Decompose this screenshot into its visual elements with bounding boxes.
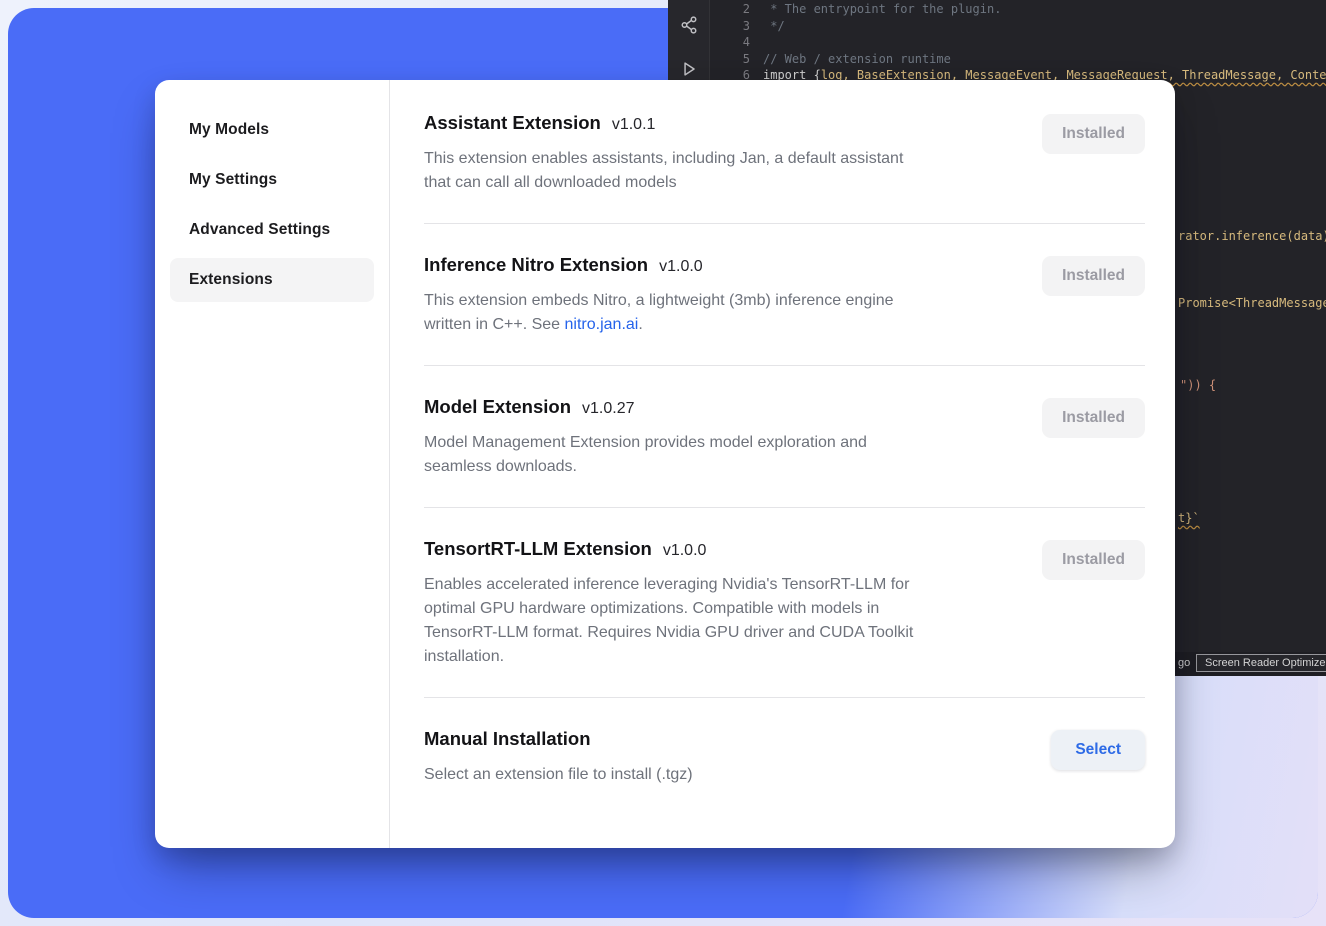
installed-button[interactable]: Installed (1042, 398, 1145, 438)
status-bar-text: go (1178, 657, 1190, 669)
extension-row-nitro: Inference Nitro Extension v1.0.0 This ex… (424, 224, 1145, 366)
code-fragment: rator.inference(data)); (1178, 229, 1326, 243)
extension-version: v1.0.0 (663, 542, 707, 560)
run-icon (680, 60, 698, 78)
select-button[interactable]: Select (1051, 730, 1145, 770)
extension-title-line: TensortRT-LLM Extension v1.0.0 (424, 538, 1026, 560)
extensions-panel: Assistant Extension v1.0.1 This extensio… (390, 80, 1175, 848)
sidebar-item-my-models[interactable]: My Models (170, 108, 374, 152)
code-line: 5 // Web / extension runtime (716, 51, 1326, 68)
extension-name: Assistant Extension (424, 112, 601, 134)
extension-version: v1.0.1 (612, 116, 656, 134)
extension-version: v1.0.0 (659, 258, 703, 276)
installed-button[interactable]: Installed (1042, 256, 1145, 296)
installed-button[interactable]: Installed (1042, 540, 1145, 580)
extension-title-line: Manual Installation (424, 728, 1035, 750)
code-text: * The entrypoint for the plugin. (763, 1, 1001, 18)
settings-modal: My Models My Settings Advanced Settings … (155, 80, 1175, 848)
extension-description: Model Management Extension provides mode… (424, 431, 1026, 479)
line-number: 4 (716, 34, 750, 51)
extension-name: Model Extension (424, 396, 571, 418)
code-line: 3 */ (716, 18, 1326, 35)
extension-description: Select an extension file to install (.tg… (424, 763, 1035, 787)
code-line: 2 * The entrypoint for the plugin. (716, 1, 1326, 18)
code-line: 4 (716, 34, 1326, 51)
extension-info: Model Extension v1.0.27 Model Management… (424, 396, 1026, 479)
extension-title-line: Inference Nitro Extension v1.0.0 (424, 254, 1026, 276)
description-line: This extension embeds Nitro, a lightweig… (424, 289, 1026, 313)
code-fragment: Promise<ThreadMessage> (1178, 296, 1326, 310)
code-fragment: t}` (1178, 511, 1200, 525)
extension-title-line: Assistant Extension v1.0.1 (424, 112, 1026, 134)
sidebar-item-my-settings[interactable]: My Settings (170, 158, 374, 202)
code-fragment: ")) { (1180, 378, 1216, 392)
sidebar-item-advanced-settings[interactable]: Advanced Settings (170, 208, 374, 252)
screen-reader-notice: Screen Reader Optimized (1196, 654, 1326, 672)
code-text: */ (763, 18, 785, 35)
extension-info: Inference Nitro Extension v1.0.0 This ex… (424, 254, 1026, 337)
settings-sidebar: My Models My Settings Advanced Settings … (155, 80, 390, 848)
share-icon (680, 16, 698, 34)
extension-row-tensorrt: TensortRT-LLM Extension v1.0.0 Enables a… (424, 508, 1145, 698)
extension-name: TensortRT-LLM Extension (424, 538, 652, 560)
nitro-link[interactable]: nitro.jan.ai (565, 316, 639, 333)
code-area: 2 * The entrypoint for the plugin. 3 */ … (716, 1, 1326, 84)
extension-description: Enables accelerated inference leveraging… (424, 573, 1026, 669)
extension-description: This extension enables assistants, inclu… (424, 147, 1026, 195)
sidebar-item-extensions[interactable]: Extensions (170, 258, 374, 302)
line-number: 2 (716, 1, 750, 18)
line-number: 5 (716, 51, 750, 68)
installed-button[interactable]: Installed (1042, 114, 1145, 154)
extension-name: Manual Installation (424, 728, 591, 750)
extension-row-manual-installation: Manual Installation Select an extension … (424, 698, 1145, 815)
extension-info: TensortRT-LLM Extension v1.0.0 Enables a… (424, 538, 1026, 669)
description-suffix: . (638, 316, 642, 333)
extension-row-model: Model Extension v1.0.27 Model Management… (424, 366, 1145, 508)
description-line: written in C++. See (424, 316, 565, 333)
extension-row-assistant: Assistant Extension v1.0.1 This extensio… (424, 80, 1145, 224)
extension-name: Inference Nitro Extension (424, 254, 648, 276)
extension-version: v1.0.27 (582, 400, 634, 418)
line-number: 3 (716, 18, 750, 35)
code-text: // Web / extension runtime (763, 51, 951, 68)
extension-info: Assistant Extension v1.0.1 This extensio… (424, 112, 1026, 195)
extension-title-line: Model Extension v1.0.27 (424, 396, 1026, 418)
extension-info: Manual Installation Select an extension … (424, 728, 1035, 787)
extension-description: This extension embeds Nitro, a lightweig… (424, 289, 1026, 337)
